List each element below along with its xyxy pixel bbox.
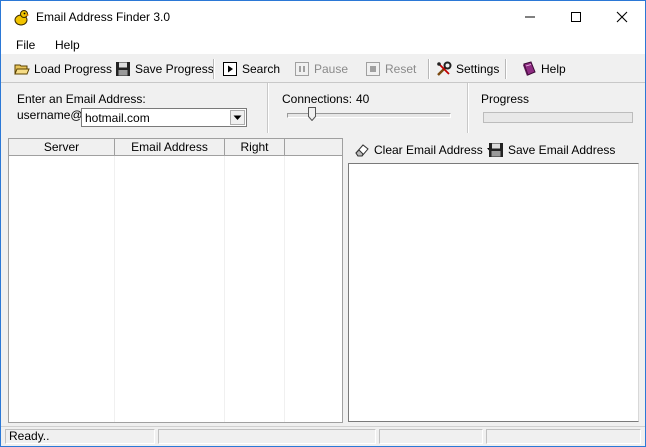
save-progress-label: Save Progress — [135, 62, 214, 76]
settings-label: Settings — [456, 62, 500, 76]
pause-button[interactable]: Pause — [294, 60, 348, 78]
column-header-email-address[interactable]: Email Address — [115, 139, 225, 155]
grid-header: Server Email Address Right — [9, 139, 342, 156]
load-progress-label: Load Progress — [34, 62, 113, 76]
dropdown-button[interactable] — [230, 110, 245, 125]
column-divider — [284, 156, 285, 422]
play-icon — [222, 61, 238, 77]
menu-file[interactable]: File — [16, 38, 35, 52]
chevron-down-icon — [233, 115, 242, 120]
eraser-icon — [354, 142, 370, 158]
help-button[interactable]: Help — [521, 60, 566, 78]
connections-label: Connections: — [282, 92, 353, 106]
open-folder-icon — [14, 61, 30, 77]
search-button[interactable]: Search — [222, 60, 280, 78]
clear-email-address-label: Clear Email Address — [374, 143, 483, 157]
column-header-server[interactable]: Server — [9, 139, 115, 155]
search-label: Search — [242, 62, 281, 76]
toolbar-separator — [428, 59, 430, 79]
email-input-label: Enter an Email Address: — [17, 92, 146, 106]
help-book-icon — [521, 61, 537, 77]
panel-separator — [467, 83, 469, 133]
window-title: Email Address Finder 3.0 — [36, 10, 171, 24]
save-email-address-button[interactable]: Save Email Address — [488, 142, 615, 158]
progress-bar — [483, 112, 633, 123]
close-button[interactable] — [599, 1, 645, 33]
column-divider — [114, 156, 115, 422]
menu-bar: File Help — [1, 33, 645, 54]
column-header-right[interactable]: Right — [225, 139, 285, 155]
domain-value: hotmail.com — [85, 111, 150, 125]
status-panel — [379, 429, 483, 444]
status-panel — [158, 429, 376, 444]
save-email-address-label: Save Email Address — [508, 143, 616, 157]
email-results-textarea[interactable] — [348, 163, 639, 422]
app-window: Email Address Finder 3.0 File Help Load … — [0, 0, 646, 447]
reset-button[interactable]: Reset — [365, 60, 416, 78]
minimize-button[interactable] — [507, 1, 553, 33]
stop-icon — [365, 61, 381, 77]
progress-label: Progress — [481, 92, 530, 106]
minimize-icon — [525, 16, 535, 18]
panel-separator — [267, 83, 269, 133]
maximize-icon — [571, 12, 581, 22]
settings-tools-icon — [436, 61, 452, 77]
duck-app-icon — [13, 9, 30, 26]
floppy-disk-icon — [115, 61, 131, 77]
status-bar: Ready.. — [1, 426, 645, 446]
server-results-grid[interactable]: Server Email Address Right — [8, 138, 343, 423]
pause-icon — [294, 61, 310, 77]
title-bar: Email Address Finder 3.0 — [1, 1, 645, 33]
status-panel — [486, 429, 641, 444]
help-label: Help — [541, 62, 566, 76]
input-panel: Enter an Email Address: username@ hotmai… — [1, 83, 645, 135]
reset-label: Reset — [385, 62, 417, 76]
save-progress-button[interactable]: Save Progress — [115, 60, 214, 78]
maximize-button[interactable] — [553, 1, 599, 33]
connections-value: 40 — [356, 92, 370, 106]
domain-combobox[interactable]: hotmail.com — [81, 108, 247, 127]
toolbar-separator — [505, 59, 507, 79]
username-prefix-label: username@ — [17, 108, 83, 122]
menu-help[interactable]: Help — [55, 38, 80, 52]
connections-slider-thumb[interactable] — [308, 107, 316, 122]
toolbar-separator — [213, 59, 215, 79]
clear-email-address-button[interactable]: Clear Email Address — [354, 142, 493, 158]
column-divider — [224, 156, 225, 422]
floppy-disk-icon — [488, 142, 504, 158]
load-progress-button[interactable]: Load Progress — [14, 60, 112, 78]
status-text: Ready.. — [5, 429, 155, 444]
email-results-pane: Clear Email Address Save Email Address — [346, 138, 641, 423]
toolbar: Load Progress Save Progress Search Pause — [1, 56, 645, 83]
settings-button[interactable]: Settings — [436, 60, 499, 78]
pause-label: Pause — [314, 62, 349, 76]
close-icon — [616, 11, 628, 23]
